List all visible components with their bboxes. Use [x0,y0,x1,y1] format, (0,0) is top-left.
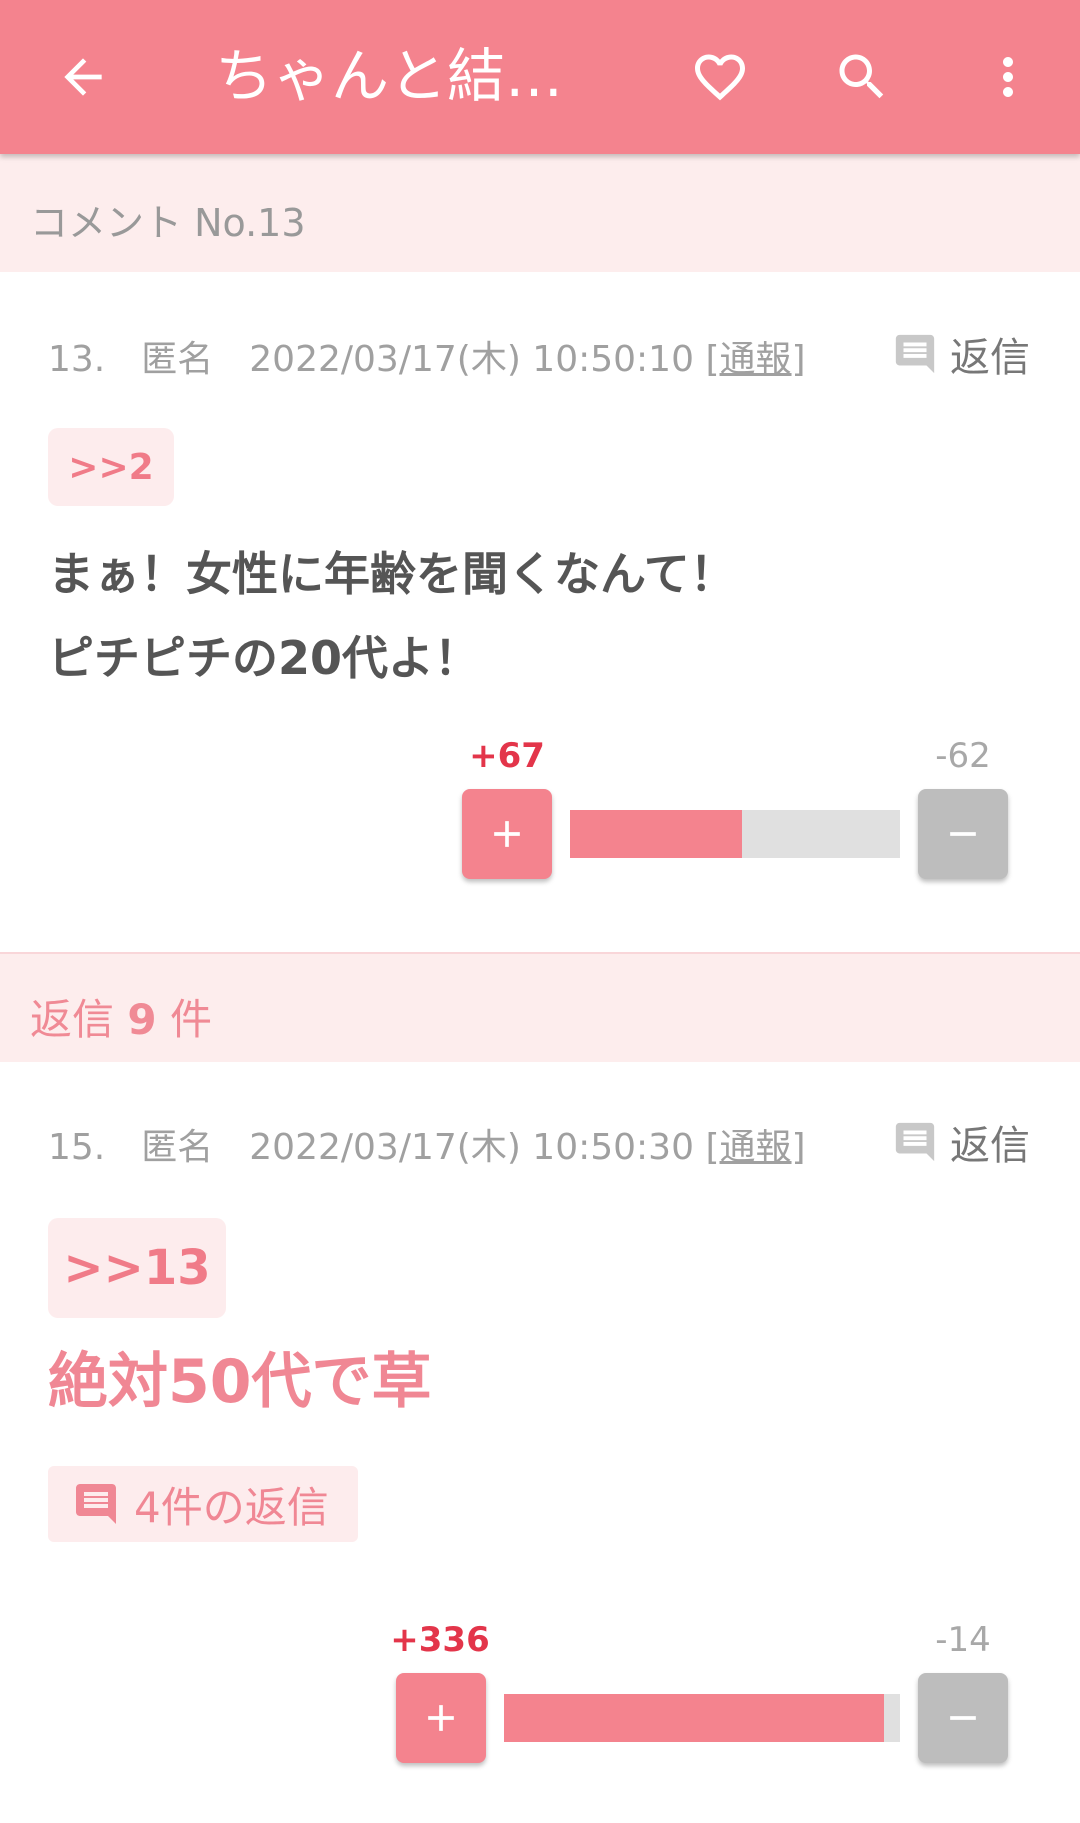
reply-number: 15. [48,1127,106,1168]
replies-header: 返信 9 件 [0,952,1080,1062]
plus-vote-button[interactable] [462,789,552,879]
comment-line: まぁ！女性に年齢を聞くなんて！ [48,547,736,601]
reply-button[interactable]: 返信 [892,1113,1030,1171]
plus-vote-button[interactable] [396,1673,486,1763]
back-arrow-icon [64,58,102,96]
search-button[interactable] [812,27,912,127]
reply-label: 返信 [950,1123,1030,1169]
reply-label: 返信 [950,335,1030,381]
anchor-link[interactable]: >>13 [48,1218,226,1318]
breadcrumb-label: コメント No.13 [30,201,306,245]
page-title: ちゃんと結婚… [215,42,605,110]
more-vert-icon [1003,57,1013,97]
plus-count: +67 [469,736,545,776]
app-bar: ちゃんと結婚… [0,0,1080,154]
sub-replies-button[interactable]: 4件の返信 [48,1466,358,1542]
report-link[interactable]: 通報 [720,339,792,380]
vote-ratio-fill [504,1694,885,1742]
minus-icon [950,832,976,836]
comment-icon [76,1484,116,1524]
back-button[interactable] [33,27,133,127]
comment-icon [895,1122,935,1162]
plus-count: +336 [390,1620,490,1660]
comment-datetime: 2022/03/17(木) 10:50:10 [249,339,694,380]
search-icon [839,54,884,99]
reply-button[interactable]: 返信 [892,325,1030,383]
vote-ratio-bar [504,1694,900,1742]
minus-count: -14 [935,1620,991,1660]
sub-replies-label: 4件の返信 [134,1482,329,1532]
comment-line: ピチピチの20代よ！ [48,631,481,685]
reply-author: 匿名 [141,1127,214,1168]
minus-vote-button[interactable] [918,789,1008,879]
vote-ratio-fill [570,810,742,858]
minus-icon [950,1716,976,1720]
reply-datetime: 2022/03/17(木) 10:50:30 [249,1127,694,1168]
comment-author: 匿名 [141,339,214,380]
heart-icon [695,54,745,101]
comment-body: まぁ！女性に年齢を聞くなんて！ ピチピチの20代よ！ [48,532,736,700]
more-options-button[interactable] [958,27,1058,127]
comment-meta: 13. 匿名 2022/03/17(木) 10:50:10 [通報] [48,339,806,380]
replies-count-label: 返信 9 件 [30,995,212,1044]
plus-icon [428,1705,454,1731]
anchor-link[interactable]: >>2 [48,428,174,506]
reply-body: 絶対50代で草 [48,1347,432,1417]
breadcrumb: コメント No.13 [0,154,1080,272]
minus-count: -62 [935,736,991,776]
minus-vote-button[interactable] [918,1673,1008,1763]
report-link[interactable]: 通報 [720,1127,792,1168]
comment-icon [895,334,935,374]
vote-ratio-bar [570,810,900,858]
comment-number: 13. [48,339,106,380]
plus-icon [494,821,520,847]
reply-meta: 15. 匿名 2022/03/17(木) 10:50:30 [通報] [48,1127,806,1168]
favorite-button[interactable] [670,27,770,127]
